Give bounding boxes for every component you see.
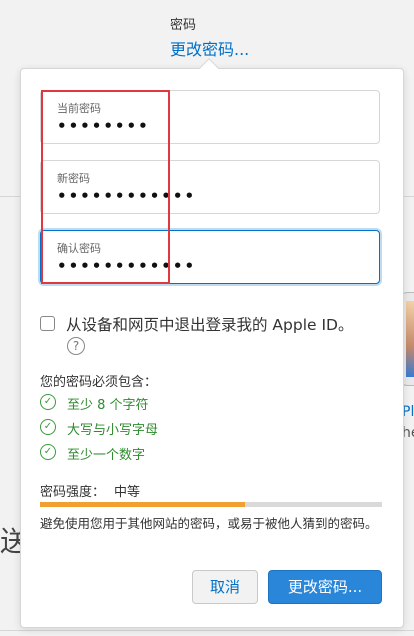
new-password-label: 新密码	[57, 172, 90, 185]
signout-checkbox-label[interactable]: 从设备和网页中退出登录我的 Apple ID。	[66, 313, 354, 335]
check-circle-icon: ✓	[40, 394, 56, 410]
device-screen	[406, 301, 414, 377]
confirm-password-field[interactable]: 确认密码 ••••••••••••	[40, 230, 380, 284]
confirm-password-label: 确认密码	[57, 242, 101, 255]
cancel-button[interactable]: 取消	[192, 570, 258, 604]
requirement-text: 至少 8 个字符	[67, 398, 149, 413]
change-password-button[interactable]: 更改密码...	[268, 570, 382, 604]
strength-value: 中等	[114, 485, 141, 500]
change-password-link[interactable]: 更改密码...	[170, 36, 249, 60]
section-title: 密码	[170, 18, 197, 33]
requirement-text: 至少一个数字	[67, 448, 146, 463]
new-password-field[interactable]: 新密码 ••••••••••••	[40, 160, 380, 214]
help-icon[interactable]: ?	[67, 337, 85, 355]
current-password-label: 当前密码	[57, 102, 101, 115]
strength-meter-fill	[40, 502, 246, 507]
strength-meter	[40, 502, 382, 507]
strength-label: 密码强度：	[40, 485, 106, 500]
confirm-password-value: ••••••••••••	[57, 257, 197, 275]
new-password-value: ••••••••••••	[57, 187, 197, 205]
check-circle-icon: ✓	[40, 444, 56, 460]
requirements-title: 您的密码必须包含：	[40, 375, 158, 390]
background-divider-bottom	[0, 630, 414, 631]
check-circle-icon: ✓	[40, 419, 56, 435]
current-password-field[interactable]: 当前密码 ••••••••	[40, 90, 380, 144]
signout-checkbox[interactable]	[40, 316, 55, 331]
current-password-value: ••••••••	[57, 117, 150, 135]
strength-advice: 避免使用您用于其他网站的密码，或易于被他人猜到的密码。	[40, 516, 378, 531]
background-divider	[0, 196, 20, 197]
requirement-text: 大写与小写字母	[67, 423, 159, 438]
